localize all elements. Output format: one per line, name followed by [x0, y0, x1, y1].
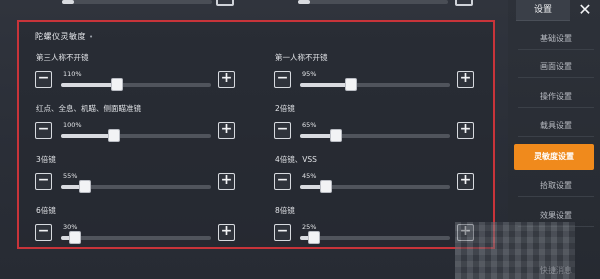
slider-handle[interactable] [107, 129, 120, 142]
close-icon[interactable]: ✕ [574, 0, 596, 21]
sensitivity-value: 45% [302, 172, 317, 180]
sensitivity-cell: 3倍镜 − 55% + [35, 154, 235, 194]
sensitivity-slider[interactable] [61, 78, 211, 91]
sensitivity-slider[interactable] [300, 231, 450, 244]
sensitivity-label: 第三人称不开镜 [36, 53, 89, 62]
sensitivity-value: 30% [63, 223, 78, 231]
sensitivity-slider[interactable] [61, 129, 211, 142]
decrease-button[interactable]: − [274, 224, 291, 241]
sensitivity-label: 6倍镜 [36, 206, 56, 215]
info-dot-icon: • [89, 33, 94, 41]
decrease-button[interactable]: − [35, 173, 52, 190]
sensitivity-label: 8倍镜 [275, 206, 295, 215]
sensitivity-slider[interactable] [300, 129, 450, 142]
decrease-button[interactable]: − [35, 224, 52, 241]
sensitivity-label: 红点、全息、机瞄、侧面瞄准镜 [36, 104, 141, 113]
increase-button[interactable]: + [457, 122, 474, 139]
sidebar-item-sensitivity[interactable]: 灵敏度设置 [514, 144, 594, 170]
slider-fill [61, 134, 114, 138]
previous-slider-track-left[interactable] [62, 0, 212, 4]
increase-button[interactable]: + [218, 71, 235, 88]
sidebar-item-controls[interactable]: 操作设置 [518, 86, 594, 108]
previous-slider-track-right[interactable] [298, 0, 448, 4]
increase-button[interactable]: + [218, 224, 235, 241]
sensitivity-label: 4倍镜、VSS [275, 155, 317, 164]
blurred-overlay [455, 222, 575, 279]
sensitivity-slider[interactable] [61, 180, 211, 193]
slider-handle[interactable] [307, 231, 320, 244]
sidebar-header: 设置 ✕ [512, 0, 596, 21]
panel-title: 陀螺仪灵敏度 • [35, 31, 94, 42]
previous-slider-row [0, 0, 500, 12]
sensitivity-slider[interactable] [300, 180, 450, 193]
sensitivity-slider[interactable] [300, 78, 450, 91]
previous-slider-fill-left [62, 0, 74, 4]
sidebar-item-basic[interactable]: 基础设置 [518, 28, 594, 50]
sensitivity-cell: 6倍镜 − 30% + [35, 205, 235, 245]
sensitivity-label: 第一人称不开镜 [275, 53, 328, 62]
sensitivity-cell: 4倍镜、VSS − 45% + [274, 154, 474, 194]
previous-plus-button-right[interactable] [455, 0, 473, 6]
sensitivity-cell: 8倍镜 − 25% + [274, 205, 474, 245]
slider-handle[interactable] [330, 129, 342, 142]
slider-handle[interactable] [79, 180, 91, 193]
sensitivity-cell: 第一人称不开镜 − 95% + [274, 52, 474, 92]
settings-title: 设置 [516, 0, 570, 21]
increase-button[interactable]: + [218, 173, 235, 190]
sensitivity-value: 110% [63, 70, 82, 78]
decrease-button[interactable]: − [274, 173, 291, 190]
increase-button[interactable]: + [218, 122, 235, 139]
sensitivity-value: 95% [302, 70, 317, 78]
decrease-button[interactable]: − [35, 71, 52, 88]
game-settings-screen: 陀螺仪灵敏度 • 第三人称不开镜 − 110% + 第一人称不开镜 − 95% + [0, 0, 600, 279]
previous-plus-button-left[interactable] [216, 0, 234, 6]
slider-fill [300, 83, 351, 87]
sensitivity-value: 55% [63, 172, 78, 180]
sensitivity-cell: 红点、全息、机瞄、侧面瞄准镜 − 100% + [35, 103, 235, 143]
sidebar-item-vehicle[interactable]: 载具设置 [518, 115, 594, 137]
sidebar-item-graphics[interactable]: 画面设置 [518, 56, 594, 78]
sidebar-item-pickup[interactable]: 拾取设置 [518, 175, 594, 197]
decrease-button[interactable]: − [35, 122, 52, 139]
sensitivity-cell: 第三人称不开镜 − 110% + [35, 52, 235, 92]
gyroscope-sensitivity-panel: 陀螺仪灵敏度 • 第三人称不开镜 − 110% + 第一人称不开镜 − 95% + [17, 20, 495, 249]
slider-handle[interactable] [110, 78, 123, 91]
sensitivity-value: 25% [302, 223, 317, 231]
slider-fill [61, 83, 117, 87]
decrease-button[interactable]: − [274, 71, 291, 88]
slider-handle[interactable] [68, 231, 81, 244]
slider-handle[interactable] [319, 180, 332, 193]
sensitivity-label: 2倍镜 [275, 104, 295, 113]
sensitivity-value: 65% [302, 121, 317, 129]
increase-button[interactable]: + [457, 173, 474, 190]
previous-slider-fill-right [298, 0, 310, 4]
panel-title-text: 陀螺仪灵敏度 [35, 32, 86, 41]
slider-handle[interactable] [345, 78, 357, 91]
sensitivity-cell: 2倍镜 − 65% + [274, 103, 474, 143]
sensitivity-label: 3倍镜 [36, 155, 56, 164]
increase-button[interactable]: + [457, 71, 474, 88]
decrease-button[interactable]: − [274, 122, 291, 139]
sensitivity-slider[interactable] [61, 231, 211, 244]
sensitivity-value: 100% [63, 121, 82, 129]
